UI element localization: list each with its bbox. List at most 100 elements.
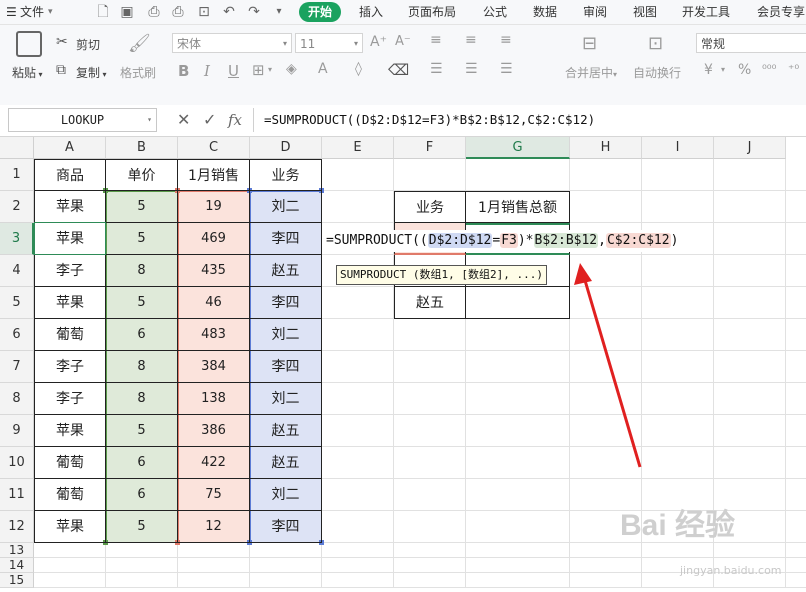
column-header-H[interactable]: H [570,137,642,159]
row-header-5[interactable]: 5 [0,287,34,319]
italic-button[interactable]: I [204,62,210,80]
tab-developer[interactable]: 开发工具 [682,0,730,24]
table-cell[interactable]: 葡萄 [34,447,106,479]
table-cell[interactable]: 8 [106,383,178,415]
table-cell[interactable]: 赵五 [250,447,322,479]
summary-cell[interactable]: 赵五 [394,287,466,319]
table-cell[interactable]: 19 [178,191,250,223]
clear-format-icon[interactable]: ◊ [355,61,362,77]
chevron-down-icon[interactable]: ▾ [721,65,725,74]
column-header-E[interactable]: E [322,137,394,159]
fill-color-icon[interactable]: ◈ [286,61,297,77]
table-cell[interactable]: 刘二 [250,479,322,511]
column-header-G[interactable]: G [466,137,570,159]
print-preview-icon[interactable]: ⊡ [195,3,213,21]
font-shrink-icon[interactable]: A⁻ [395,34,411,49]
tab-insert[interactable]: 插入 [359,0,383,24]
table-cell[interactable]: 5 [106,415,178,447]
table-header-cell[interactable]: 1月销售 [178,159,250,191]
align-top-icon[interactable]: ≡ [430,32,442,48]
new-file-icon[interactable]: 🗋 [94,3,112,21]
table-cell[interactable]: 刘二 [250,383,322,415]
table-header-cell[interactable]: 商品 [34,159,106,191]
row-header-14[interactable]: 14 [0,558,34,573]
chevron-down-icon[interactable]: ▾ [48,0,53,24]
table-cell[interactable]: 李子 [34,255,106,287]
table-cell[interactable]: 386 [178,415,250,447]
font-size-select[interactable]: 11 ▾ [295,33,363,53]
paste-icon[interactable] [16,31,42,57]
table-cell[interactable]: 刘二 [250,191,322,223]
table-cell[interactable]: 6 [106,479,178,511]
row-header-8[interactable]: 8 [0,383,34,415]
undo-icon[interactable]: ↶ [220,3,238,21]
table-cell[interactable]: 葡萄 [34,319,106,351]
summary-cell[interactable] [466,287,570,319]
percent-button[interactable]: % [738,62,751,78]
tab-home[interactable]: 开始 [299,2,342,22]
column-header-D[interactable]: D [250,137,322,159]
font-grow-icon[interactable]: A⁺ [370,34,387,50]
table-cell[interactable]: 5 [106,223,178,255]
more-icon[interactable]: ▾ [270,3,288,21]
format-painter-icon[interactable]: 🖌 [128,33,151,54]
table-cell[interactable]: 8 [106,255,178,287]
copy-button[interactable]: 复制 ▾ [76,64,107,81]
currency-button[interactable]: ¥ [704,62,713,78]
table-cell[interactable]: 6 [106,447,178,479]
summary-header-cell[interactable]: 1月销售总额 [466,191,570,223]
formula-input[interactable]: =SUMPRODUCT((D$2:D$12=F3)*B$2:B$12,C$2:C… [258,108,806,132]
row-header-1[interactable]: 1 [0,159,34,191]
tab-page-layout[interactable]: 页面布局 [408,0,456,24]
table-cell[interactable]: 5 [106,191,178,223]
column-header-C[interactable]: C [178,137,250,159]
table-cell[interactable]: 葡萄 [34,479,106,511]
tab-data[interactable]: 数据 [533,0,557,24]
table-cell[interactable]: 483 [178,319,250,351]
table-cell[interactable]: 6 [106,319,178,351]
row-header-2[interactable]: 2 [0,191,34,223]
hamburger-icon[interactable]: ☰ [6,0,17,24]
table-cell[interactable]: 46 [178,287,250,319]
table-cell[interactable]: 75 [178,479,250,511]
table-cell[interactable]: 苹果 [34,511,106,543]
align-center-icon[interactable]: ☰ [465,61,478,77]
table-cell[interactable]: 赵五 [250,415,322,447]
table-cell[interactable]: 12 [178,511,250,543]
cell-edit-formula[interactable]: =SUMPRODUCT((D$2:D$12=F3)*B$2:B$12,C$2:C… [326,230,679,252]
eraser-icon[interactable]: ⌫ [388,61,409,79]
format-painter-button[interactable]: 格式刷 [120,64,156,81]
table-header-cell[interactable]: 业务 [250,159,322,191]
row-header-13[interactable]: 13 [0,543,34,558]
row-header-12[interactable]: 12 [0,511,34,543]
print-icon[interactable]: ⎙ [169,3,187,21]
align-right-icon[interactable]: ☰ [500,61,513,77]
paste-button[interactable]: 粘贴 ▾ [12,64,43,81]
table-cell[interactable]: 苹果 [34,415,106,447]
table-cell[interactable]: 李四 [250,223,322,255]
function-tooltip[interactable]: SUMPRODUCT (数组1, [数组2], ...) [336,265,547,285]
font-color-icon[interactable]: A [318,61,328,77]
table-cell[interactable]: 435 [178,255,250,287]
column-header-A[interactable]: A [34,137,106,159]
number-format-select[interactable]: 常规 [696,33,806,53]
tab-formulas[interactable]: 公式 [483,0,507,24]
table-cell[interactable]: 8 [106,351,178,383]
menu-file[interactable]: 文件 [20,0,44,24]
table-cell[interactable]: 138 [178,383,250,415]
table-cell[interactable]: 384 [178,351,250,383]
row-header-7[interactable]: 7 [0,351,34,383]
row-header-6[interactable]: 6 [0,319,34,351]
column-header-J[interactable]: J [714,137,786,159]
bold-button[interactable]: B [178,62,189,80]
table-cell[interactable]: 5 [106,287,178,319]
merge-icon[interactable]: ⊟ [582,33,597,54]
underline-button[interactable]: U [228,62,239,80]
chevron-down-icon[interactable]: ▾ [268,65,272,74]
select-all-corner[interactable] [0,137,34,159]
column-header-B[interactable]: B [106,137,178,159]
align-left-icon[interactable]: ☰ [430,61,443,77]
row-header-4[interactable]: 4 [0,255,34,287]
cancel-icon[interactable]: ✕ [177,109,190,131]
cut-button[interactable]: 剪切 [76,36,100,53]
